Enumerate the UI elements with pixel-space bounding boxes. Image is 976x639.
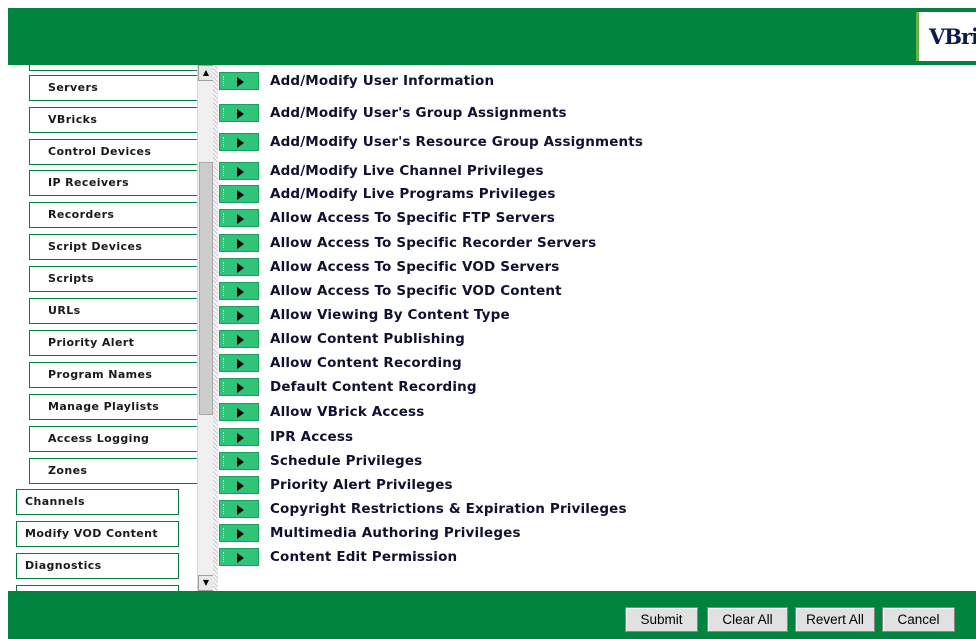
triangle-right-icon [237,529,244,539]
privilege-label: Add/Modify Live Channel Privileges [270,163,544,179]
expand-button[interactable] [219,330,259,348]
footer-bar: Submit Clear All Revert All Cancel [8,591,976,639]
privilege-label: Allow Access To Specific VOD Content [270,283,562,299]
cancel-button[interactable]: Cancel [882,607,955,632]
triangle-right-icon [237,138,244,148]
privilege-label: Schedule Privileges [270,453,423,469]
arrow-down-icon[interactable]: ▼ [198,575,214,591]
privilege-label: Add/Modify User's Group Assignments [270,105,567,121]
triangle-right-icon [237,263,244,273]
triangle-right-icon [237,553,244,563]
expand-button[interactable] [219,306,259,324]
triangle-right-icon [237,433,244,443]
privilege-label: Allow Content Recording [270,355,462,371]
privilege-label: Copyright Restrictions & Expiration Priv… [270,501,627,517]
triangle-right-icon [237,109,244,119]
triangle-right-icon [237,239,244,249]
expand-button[interactable] [219,258,259,276]
sidebar-item-script-devices[interactable]: Script Devices [29,234,200,260]
triangle-right-icon [237,190,244,200]
triangle-right-icon [237,287,244,297]
privilege-label: Add/Modify Live Programs Privileges [270,186,556,202]
triangle-right-icon [237,77,244,87]
triangle-right-icon [237,457,244,467]
privilege-label: Allow VBrick Access [270,404,425,420]
privilege-label: Allow Access To Specific FTP Servers [270,210,555,226]
sidebar-item-channels[interactable]: Channels [16,489,179,515]
triangle-right-icon [237,408,244,418]
sidebar-item-control-devices[interactable]: Control Devices [29,139,200,165]
header-bar: VBrick [8,8,976,65]
triangle-right-icon [237,481,244,491]
expand-button[interactable] [219,378,259,396]
privilege-label: Priority Alert Privileges [270,477,453,493]
privilege-label: Allow Access To Specific Recorder Server… [270,235,597,251]
privilege-label: Allow Viewing By Content Type [270,307,510,323]
privilege-label: Allow Access To Specific VOD Servers [270,259,560,275]
expand-button[interactable] [219,209,259,227]
clear-all-button[interactable]: Clear All [707,607,788,632]
sidebar-item-partial-top[interactable] [29,65,200,71]
sidebar-item-program-names[interactable]: Program Names [29,362,200,388]
sidebar-item-scripts[interactable]: Scripts [29,266,200,292]
arrow-up-icon[interactable]: ▲ [198,65,214,81]
expand-button[interactable] [219,548,259,566]
expand-button[interactable] [219,133,259,151]
expand-button[interactable] [219,452,259,470]
privilege-label: Default Content Recording [270,379,477,395]
expand-button[interactable] [219,185,259,203]
privilege-label: Content Edit Permission [270,549,458,565]
expand-button[interactable] [219,162,259,180]
sidebar-item-priority-alert[interactable]: Priority Alert [29,330,200,356]
sidebar-item-diagnostics[interactable]: Diagnostics [16,553,179,579]
revert-all-button[interactable]: Revert All [795,607,875,632]
expand-button[interactable] [219,524,259,542]
sidebar-item-servers[interactable]: Servers [29,75,200,101]
sidebar-item-manage-playlists[interactable]: Manage Playlists [29,394,200,420]
expand-button[interactable] [219,282,259,300]
privilege-label: Multimedia Authoring Privileges [270,525,521,541]
sidebar-scrollbar[interactable]: ▲ ▼ [197,65,214,591]
privilege-label: IPR Access [270,429,354,445]
expand-button[interactable] [219,72,259,90]
sidebar-item-ip-receivers[interactable]: IP Receivers [29,170,200,196]
expand-button[interactable] [219,500,259,518]
sidebar-item-modify-vod-content[interactable]: Modify VOD Content [16,521,179,547]
expand-button[interactable] [219,428,259,446]
triangle-right-icon [237,505,244,515]
sidebar-item-recorders[interactable]: Recorders [29,202,200,228]
submit-button[interactable]: Submit [625,607,698,632]
expand-button[interactable] [219,403,259,421]
sidebar-item-vbricks[interactable]: VBricks [29,107,200,133]
privilege-label: Allow Content Publishing [270,331,465,347]
triangle-right-icon [237,383,244,393]
frame-divider[interactable] [213,65,218,591]
expand-button[interactable] [219,234,259,252]
expand-button[interactable] [219,104,259,122]
triangle-right-icon [237,359,244,369]
triangle-right-icon [237,167,244,177]
expand-button[interactable] [219,476,259,494]
expand-button[interactable] [219,354,259,372]
sidebar-item-zones[interactable]: Zones [29,458,200,484]
logo-text: VBrick [929,24,976,49]
triangle-right-icon [237,214,244,224]
triangle-right-icon [237,311,244,321]
privilege-label: Add/Modify User's Resource Group Assignm… [270,134,644,150]
triangle-right-icon [237,335,244,345]
sidebar-item-urls[interactable]: URLs [29,298,200,324]
vbrick-logo: VBrick [916,12,976,61]
privilege-label: Add/Modify User Information [270,73,495,89]
sidebar-item-access-logging[interactable]: Access Logging [29,426,200,452]
sidebar-nav: Servers VBricks Control Devices IP Recei… [8,65,213,591]
scrollbar-thumb[interactable] [199,162,213,415]
